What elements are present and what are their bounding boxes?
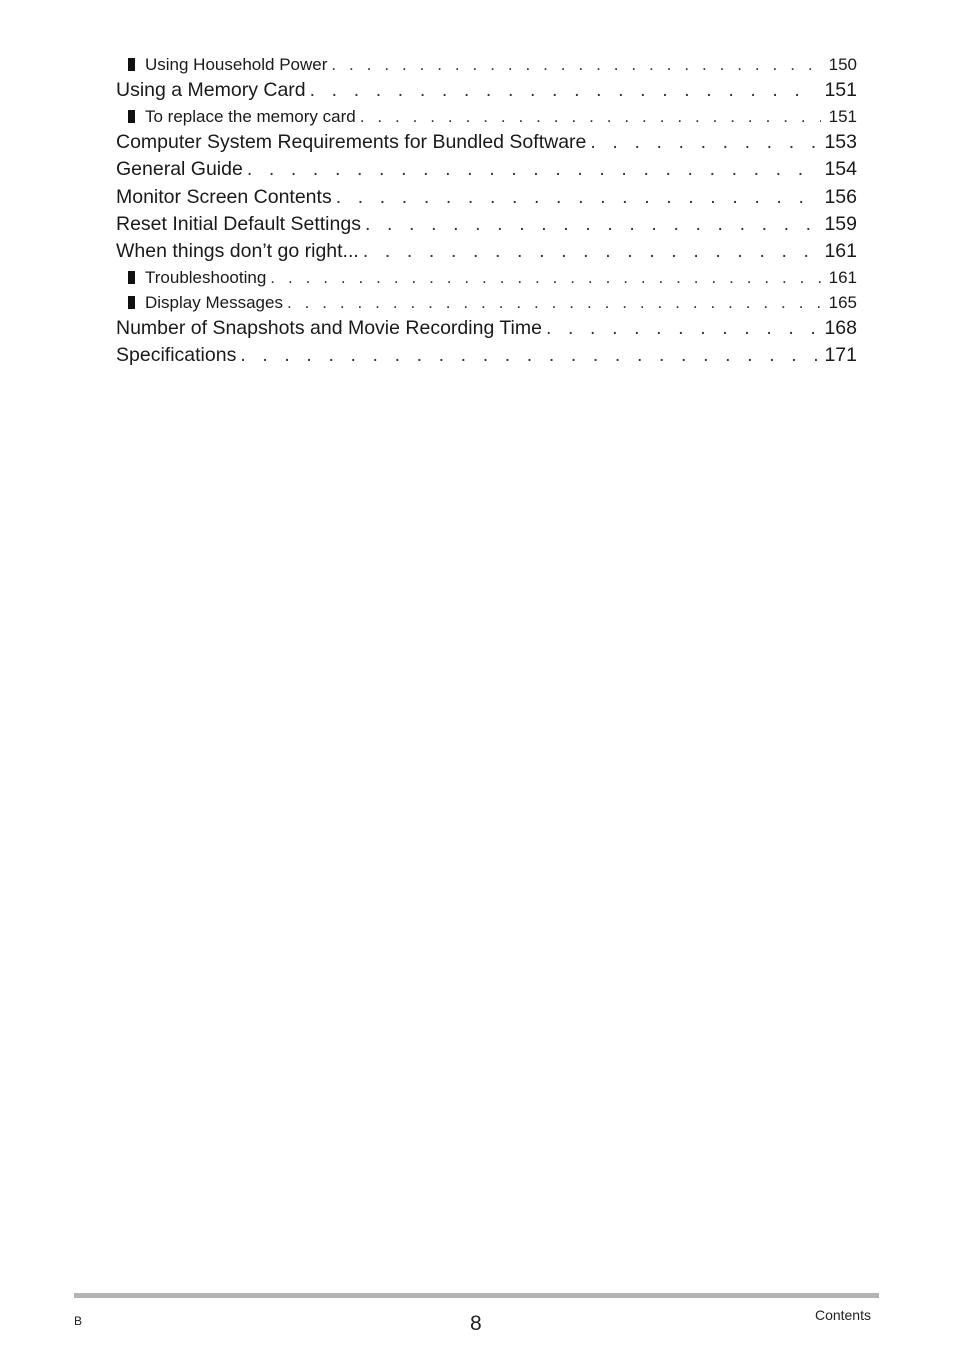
toc-entry-title: Number of Snapshots and Movie Recording … <box>116 315 546 343</box>
page-number: 8 <box>470 1312 482 1335</box>
toc-entry-page: 171 <box>824 344 857 367</box>
dot-leader: . . . . . . . . . . . . . . . . . . . . … <box>309 79 819 101</box>
toc-entry-title: Troubleshooting <box>145 265 271 291</box>
toc-entry-page: 156 <box>824 185 857 208</box>
toc-entry-title: When things don’t go right... <box>116 237 363 266</box>
toc-entry-page: 154 <box>824 158 857 181</box>
square-bullet-icon <box>128 296 135 310</box>
toc-entry[interactable]: Using Household Power . . . . . . . . . … <box>116 52 857 77</box>
toc-entry[interactable]: When things don’t go right... . . . . . … <box>116 237 857 266</box>
toc-entry[interactable]: Display Messages . . . . . . . . . . . .… <box>116 290 857 316</box>
toc-entry-title: Specifications <box>116 342 241 370</box>
toc-entry-title: Using a Memory Card <box>116 77 310 105</box>
toc-entry-title: To replace the memory card <box>145 104 360 130</box>
toc-entry-title: Reset Initial Default Settings <box>116 210 365 238</box>
square-bullet-icon <box>128 271 135 285</box>
dot-leader: . . . . . . . . . . . . . . . . . . . . … <box>359 107 821 127</box>
toc-entry-page: 150 <box>828 55 857 74</box>
toc-entry[interactable]: Specifications . . . . . . . . . . . . .… <box>116 342 857 370</box>
toc-entry-page: 165 <box>828 293 857 313</box>
toc-entry[interactable]: Reset Initial Default Settings . . . . .… <box>116 210 857 238</box>
toc-entry[interactable]: To replace the memory card . . . . . . .… <box>116 104 857 130</box>
toc-entry-page: 159 <box>824 212 857 235</box>
toc-entry-page: 161 <box>828 268 857 288</box>
toc-entry-page: 151 <box>828 107 857 127</box>
dot-leader: . . . . . . . . . . . . . . . . . . . . … <box>240 344 818 367</box>
square-bullet-icon <box>128 58 135 71</box>
dot-leader: . . . . . . . . . . . . . . . . . . . . … <box>335 185 819 208</box>
toc-entry[interactable]: Monitor Screen Contents . . . . . . . . … <box>116 183 857 211</box>
toc-entry-title: Computer System Requirements for Bundled… <box>116 129 591 157</box>
dot-leader: . . . . . . . . . . . . . . . . . . . . … <box>590 131 818 154</box>
table-of-contents: Using Household Power . . . . . . . . . … <box>116 52 857 370</box>
toc-entry-page: 151 <box>824 79 857 101</box>
toc-entry[interactable]: General Guide . . . . . . . . . . . . . … <box>116 156 857 184</box>
toc-entry-page: 168 <box>824 317 857 340</box>
dot-leader: . . . . . . . . . . . . . . . . . . . . … <box>246 158 819 181</box>
dot-leader: . . . . . . . . . . . . . . . . . . . . … <box>331 55 821 74</box>
footer-divider <box>74 1293 879 1298</box>
dot-leader: . . . . . . . . . . . . . . . . . . . . … <box>364 212 818 235</box>
toc-entry-title: Display Messages <box>145 290 287 316</box>
dot-leader: . . . . . . . . . . . . . . . . . . . . … <box>270 268 821 288</box>
toc-entry-page: 161 <box>824 239 857 262</box>
toc-entry[interactable]: Troubleshooting . . . . . . . . . . . . … <box>116 265 857 291</box>
toc-entry[interactable]: Number of Snapshots and Movie Recording … <box>116 315 857 343</box>
toc-entry-title: Monitor Screen Contents <box>116 183 336 211</box>
square-bullet-icon <box>128 110 135 124</box>
toc-entry-page: 153 <box>824 131 857 154</box>
footer-left-label: B <box>74 1314 83 1328</box>
dot-leader: . . . . . . . . . . . . . . . . . . . . … <box>545 317 818 340</box>
toc-entry-title: Using Household Power <box>145 52 332 77</box>
dot-leader: . . . . . . . . . . . . . . . . . . . . … <box>362 239 819 262</box>
toc-entry[interactable]: Computer System Requirements for Bundled… <box>116 129 857 157</box>
toc-entry[interactable]: Using a Memory Card . . . . . . . . . . … <box>116 77 857 105</box>
dot-leader: . . . . . . . . . . . . . . . . . . . . … <box>286 293 821 313</box>
footer-section-label: Contents <box>814 1307 871 1323</box>
toc-entry-title: General Guide <box>116 156 247 184</box>
